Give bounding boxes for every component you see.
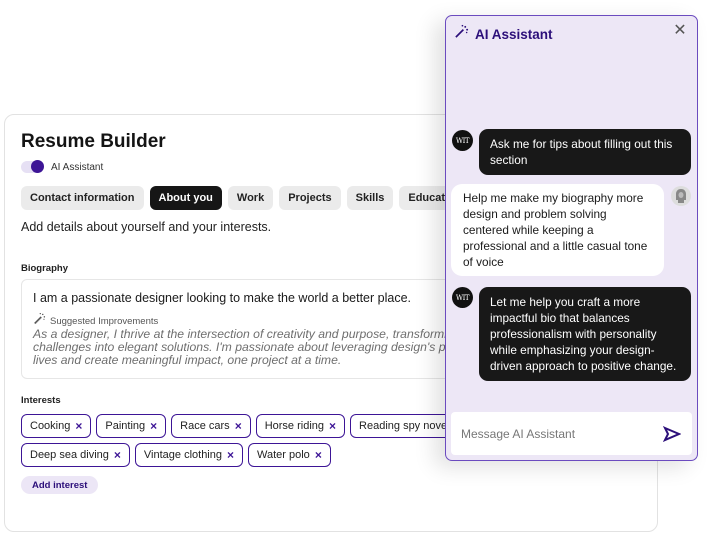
interest-chip: Horse riding × xyxy=(255,414,346,438)
section-description: Add details about yourself and your inte… xyxy=(21,220,272,234)
tab-work[interactable]: Work xyxy=(227,186,274,210)
ai-assistant-toggle-row: AI Assistant xyxy=(21,160,104,173)
remove-icon[interactable]: × xyxy=(227,449,234,461)
ai-assistant-panel: AI Assistant ✕ WIT Ask me for tips about… xyxy=(445,15,698,461)
interest-chip-label: Cooking xyxy=(30,420,71,432)
interest-chip-label: Reading spy novels xyxy=(359,420,456,432)
interests-list: Cooking × Painting × Race cars × Horse ridi… xyxy=(21,414,491,467)
interest-chip: Race cars × xyxy=(171,414,251,438)
remove-icon[interactable]: × xyxy=(150,420,157,432)
interest-chip-label: Horse riding xyxy=(264,420,325,432)
interest-chip-label: Vintage clothing xyxy=(143,449,222,461)
interests-label: Interests xyxy=(21,395,61,406)
interest-chip-label: Race cars xyxy=(180,420,230,432)
suggested-improvements-label: Suggested Improvements xyxy=(50,315,159,327)
assistant-message: Ask me for tips about filling out this s… xyxy=(479,129,691,175)
person-icon xyxy=(676,189,686,203)
user-message: Help me make my biography more design an… xyxy=(451,184,664,276)
page-title: Resume Builder xyxy=(21,131,166,152)
user-avatar xyxy=(671,186,691,206)
ai-assistant-header: AI Assistant xyxy=(454,24,553,44)
interest-chip-label: Water polo xyxy=(257,449,310,461)
remove-icon[interactable]: × xyxy=(114,449,121,461)
assistant-message: Let me help you craft a more impactful b… xyxy=(479,287,691,381)
interest-chip: Deep sea diving × xyxy=(21,443,130,467)
remove-icon[interactable]: × xyxy=(315,449,322,461)
interest-chip-label: Painting xyxy=(105,420,146,432)
biography-label: Biography xyxy=(21,263,68,274)
ai-assistant-title: AI Assistant xyxy=(475,26,553,42)
interest-chip: Vintage clothing × xyxy=(134,443,244,467)
close-icon[interactable]: ✕ xyxy=(672,23,688,39)
assistant-avatar: WIT xyxy=(452,287,473,308)
biography-value: I am a passionate designer looking to ma… xyxy=(33,291,411,305)
interest-chip: Cooking × xyxy=(21,414,92,438)
magic-wand-icon xyxy=(454,24,469,44)
ai-assistant-toggle[interactable] xyxy=(21,160,44,173)
assistant-avatar: WIT xyxy=(452,130,473,151)
remove-icon[interactable]: × xyxy=(235,420,242,432)
message-input[interactable] xyxy=(461,426,662,441)
interest-chip: Painting × xyxy=(96,414,167,438)
message-input-container xyxy=(451,412,692,455)
ai-assistant-toggle-label: AI Assistant xyxy=(51,161,104,173)
tab-about-you[interactable]: About you xyxy=(149,186,222,210)
interest-chip: Water polo × xyxy=(248,443,331,467)
tab-contact-information[interactable]: Contact information xyxy=(21,186,144,210)
interest-chip-label: Deep sea diving xyxy=(30,449,109,461)
toggle-knob xyxy=(31,160,44,173)
section-tabs: Contact information About you Work Proje… xyxy=(21,186,471,210)
tab-projects[interactable]: Projects xyxy=(279,186,341,210)
remove-icon[interactable]: × xyxy=(329,420,336,432)
biography-field[interactable]: I am a passionate designer looking to ma… xyxy=(21,279,481,379)
suggested-improvements-text: As a designer, I thrive at the intersect… xyxy=(33,327,480,367)
remove-icon[interactable]: × xyxy=(75,420,82,432)
add-interest-button[interactable]: Add interest xyxy=(21,476,99,494)
send-icon[interactable] xyxy=(662,424,682,444)
tab-skills[interactable]: Skills xyxy=(346,186,394,210)
